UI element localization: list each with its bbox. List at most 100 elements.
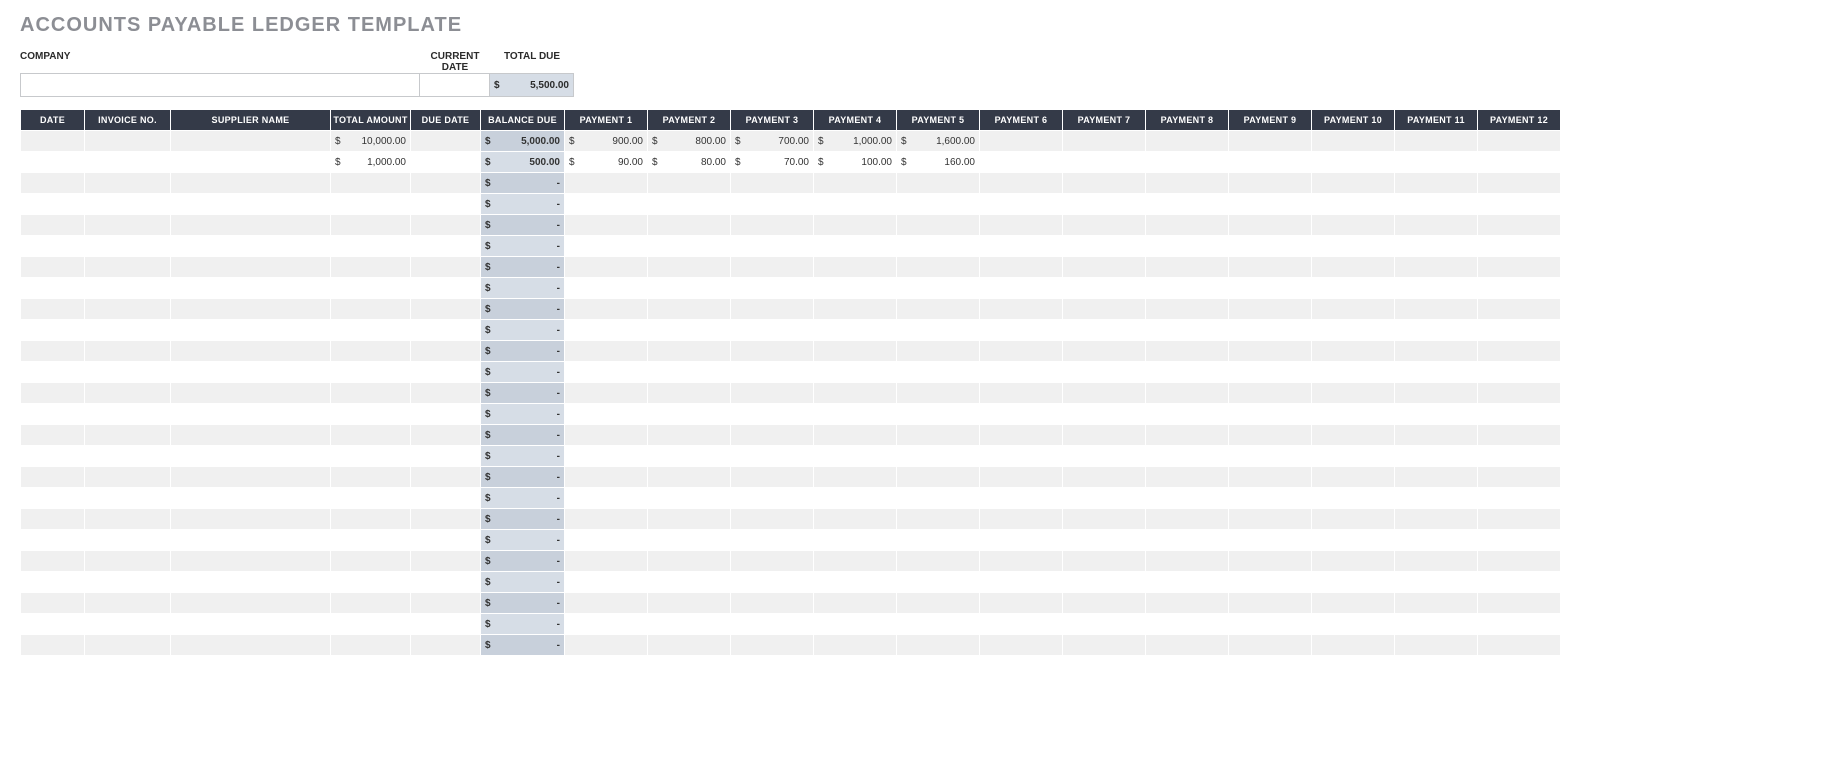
cell-payment-12[interactable] <box>1478 404 1561 425</box>
cell-payment-10[interactable] <box>1312 320 1395 341</box>
cell-payment-11[interactable] <box>1395 635 1478 656</box>
cell-payment-8[interactable] <box>1146 299 1229 320</box>
cell-supplier-name[interactable] <box>171 572 331 593</box>
cell-payment-3[interactable] <box>731 299 814 320</box>
cell-payment-4[interactable]: $1,000.00 <box>814 131 897 152</box>
cell-payment-7[interactable] <box>1063 173 1146 194</box>
cell-payment-4[interactable] <box>814 425 897 446</box>
cell-supplier-name[interactable] <box>171 509 331 530</box>
cell-date[interactable] <box>21 530 85 551</box>
cell-payment-7[interactable] <box>1063 299 1146 320</box>
cell-payment-5[interactable] <box>897 488 980 509</box>
cell-date[interactable] <box>21 194 85 215</box>
cell-payment-6[interactable] <box>980 467 1063 488</box>
cell-payment-1[interactable] <box>565 530 648 551</box>
cell-payment-11[interactable] <box>1395 362 1478 383</box>
cell-invoice-no[interactable] <box>85 551 171 572</box>
cell-payment-4[interactable] <box>814 551 897 572</box>
cell-payment-3[interactable] <box>731 278 814 299</box>
cell-payment-6[interactable] <box>980 446 1063 467</box>
cell-date[interactable] <box>21 362 85 383</box>
cell-payment-2[interactable] <box>648 530 731 551</box>
cell-payment-4[interactable] <box>814 488 897 509</box>
cell-payment-2[interactable] <box>648 404 731 425</box>
cell-payment-6[interactable] <box>980 236 1063 257</box>
cell-payment-4[interactable] <box>814 383 897 404</box>
cell-payment-9[interactable] <box>1229 173 1312 194</box>
cell-supplier-name[interactable] <box>171 635 331 656</box>
cell-invoice-no[interactable] <box>85 530 171 551</box>
cell-payment-7[interactable] <box>1063 593 1146 614</box>
cell-payment-5[interactable] <box>897 635 980 656</box>
cell-payment-1[interactable] <box>565 215 648 236</box>
cell-payment-12[interactable] <box>1478 362 1561 383</box>
cell-payment-5[interactable] <box>897 572 980 593</box>
cell-total-amount[interactable] <box>331 173 411 194</box>
cell-invoice-no[interactable] <box>85 572 171 593</box>
cell-due-date[interactable] <box>411 572 481 593</box>
cell-total-amount[interactable] <box>331 509 411 530</box>
cell-supplier-name[interactable] <box>171 488 331 509</box>
cell-payment-1[interactable] <box>565 299 648 320</box>
cell-supplier-name[interactable] <box>171 152 331 173</box>
cell-payment-1[interactable] <box>565 488 648 509</box>
cell-supplier-name[interactable] <box>171 194 331 215</box>
cell-payment-9[interactable] <box>1229 236 1312 257</box>
cell-payment-5[interactable] <box>897 467 980 488</box>
cell-payment-2[interactable] <box>648 446 731 467</box>
cell-supplier-name[interactable] <box>171 341 331 362</box>
cell-payment-11[interactable] <box>1395 614 1478 635</box>
cell-payment-6[interactable] <box>980 572 1063 593</box>
cell-payment-5[interactable] <box>897 446 980 467</box>
cell-invoice-no[interactable] <box>85 215 171 236</box>
cell-payment-12[interactable] <box>1478 257 1561 278</box>
cell-supplier-name[interactable] <box>171 131 331 152</box>
cell-payment-7[interactable] <box>1063 614 1146 635</box>
cell-payment-9[interactable] <box>1229 152 1312 173</box>
cell-total-amount[interactable] <box>331 362 411 383</box>
cell-payment-5[interactable] <box>897 236 980 257</box>
cell-date[interactable] <box>21 320 85 341</box>
cell-payment-1[interactable] <box>565 509 648 530</box>
cell-payment-9[interactable] <box>1229 215 1312 236</box>
cell-payment-9[interactable] <box>1229 425 1312 446</box>
cell-payment-11[interactable] <box>1395 299 1478 320</box>
cell-payment-3[interactable] <box>731 215 814 236</box>
cell-payment-4[interactable] <box>814 194 897 215</box>
cell-supplier-name[interactable] <box>171 593 331 614</box>
cell-total-amount[interactable] <box>331 467 411 488</box>
cell-invoice-no[interactable] <box>85 236 171 257</box>
cell-payment-8[interactable] <box>1146 509 1229 530</box>
cell-payment-3[interactable] <box>731 383 814 404</box>
cell-payment-4[interactable] <box>814 215 897 236</box>
cell-payment-10[interactable] <box>1312 278 1395 299</box>
cell-payment-2[interactable] <box>648 509 731 530</box>
cell-payment-12[interactable] <box>1478 635 1561 656</box>
cell-supplier-name[interactable] <box>171 551 331 572</box>
cell-supplier-name[interactable] <box>171 173 331 194</box>
cell-payment-9[interactable] <box>1229 194 1312 215</box>
cell-due-date[interactable] <box>411 551 481 572</box>
cell-payment-11[interactable] <box>1395 236 1478 257</box>
cell-total-amount[interactable] <box>331 383 411 404</box>
cell-payment-12[interactable] <box>1478 593 1561 614</box>
cell-payment-11[interactable] <box>1395 467 1478 488</box>
cell-invoice-no[interactable] <box>85 131 171 152</box>
cell-payment-7[interactable] <box>1063 362 1146 383</box>
cell-payment-11[interactable] <box>1395 194 1478 215</box>
cell-payment-10[interactable] <box>1312 509 1395 530</box>
cell-payment-9[interactable] <box>1229 509 1312 530</box>
cell-payment-3[interactable] <box>731 257 814 278</box>
cell-payment-7[interactable] <box>1063 383 1146 404</box>
cell-payment-3[interactable] <box>731 194 814 215</box>
cell-payment-2[interactable] <box>648 362 731 383</box>
cell-payment-3[interactable] <box>731 173 814 194</box>
cell-payment-3[interactable] <box>731 530 814 551</box>
cell-payment-8[interactable] <box>1146 215 1229 236</box>
cell-date[interactable] <box>21 404 85 425</box>
cell-payment-10[interactable] <box>1312 194 1395 215</box>
cell-payment-1[interactable] <box>565 341 648 362</box>
cell-payment-2[interactable] <box>648 236 731 257</box>
cell-total-amount[interactable] <box>331 488 411 509</box>
cell-payment-6[interactable] <box>980 299 1063 320</box>
